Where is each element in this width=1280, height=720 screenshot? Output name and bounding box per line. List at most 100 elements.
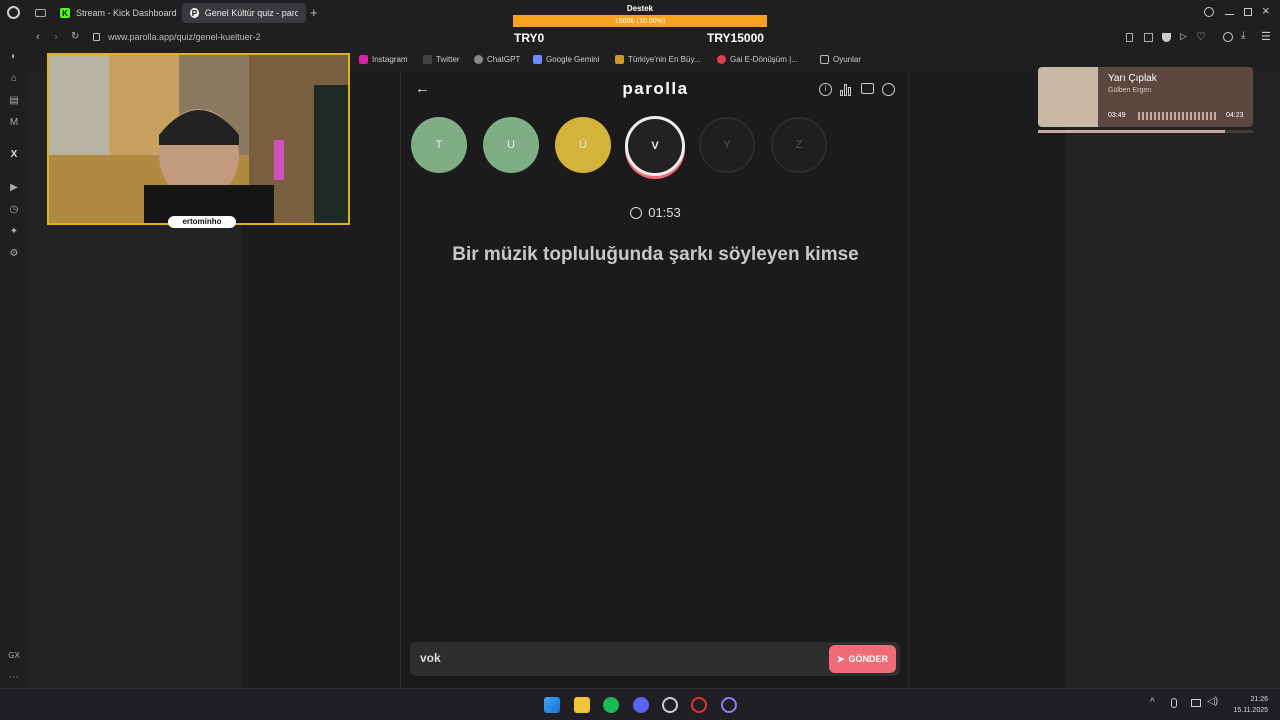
back-icon[interactable]: ‹ xyxy=(36,31,40,43)
gemini-icon xyxy=(533,55,542,64)
app-logo: parolla xyxy=(622,79,689,98)
network-icon[interactable] xyxy=(1191,699,1201,707)
music-widget: Yarı Çıplak Gülben Ergen 03:49 04:23 xyxy=(1038,67,1253,127)
page-right-panel xyxy=(1066,71,1280,688)
timer: 01:53 xyxy=(401,205,910,220)
tab-title: Genel Kültür quiz - paroll... xyxy=(204,8,298,18)
page-gutter-right xyxy=(909,71,1066,688)
new-tab-button[interactable]: + xyxy=(310,5,318,20)
waveform xyxy=(1138,112,1218,120)
donation-current: TRY0 xyxy=(514,31,545,45)
opera-gx-logo[interactable] xyxy=(7,6,20,19)
donation-title: Destek xyxy=(626,4,654,13)
info-icon[interactable]: i xyxy=(819,83,832,96)
tray-chevron-icon[interactable]: ^ xyxy=(1150,697,1155,708)
close-button[interactable]: × xyxy=(1262,3,1270,18)
settings-icon[interactable]: ⚙ xyxy=(7,247,21,261)
send-button[interactable]: ➤ GÖNDER xyxy=(829,645,896,673)
more-icon[interactable]: ⋯ xyxy=(7,671,21,685)
song-title: Yarı Çıplak xyxy=(1108,73,1157,84)
webcam-overlay xyxy=(47,53,350,225)
app-icon[interactable] xyxy=(662,697,678,713)
vpn-shield-icon[interactable] xyxy=(1162,33,1171,42)
send-label: GÖNDER xyxy=(848,654,889,664)
letter-circle-v-current: V xyxy=(625,116,685,176)
clock-date: 15.11.2025 xyxy=(1233,707,1268,714)
history-icon[interactable]: ◷ xyxy=(7,203,21,217)
bookmark-gemini[interactable]: Google Gemini xyxy=(533,55,599,64)
address-bar: ‹ › ↻ www.parolla.app/quiz/genel-kueltue… xyxy=(28,27,1280,49)
play-icon[interactable]: ▷ xyxy=(1180,31,1187,42)
bookmark-gai[interactable]: Gai E-Dönüşüm |... xyxy=(717,55,798,64)
song-total-time: 04:23 xyxy=(1226,112,1244,119)
quiz-app: ← parolla i T U Ü V Y Z 01:53 Bir müzik … xyxy=(400,71,909,688)
bookmark-twitter[interactable]: Twitter xyxy=(423,55,460,64)
answer-input[interactable] xyxy=(420,651,800,665)
sidebar: ◐ ⌂ ▤ M X ▶ ◷ ✦ ⚙ GX ⋯ xyxy=(0,27,28,688)
chatgpt-icon xyxy=(474,55,483,64)
x-twitter-icon[interactable]: X xyxy=(7,148,21,162)
user-icon[interactable] xyxy=(882,83,895,96)
instagram-icon xyxy=(359,55,368,64)
extensions-icon[interactable]: ✦ xyxy=(7,225,21,239)
minimize-button[interactable] xyxy=(1225,14,1234,15)
system-clock[interactable]: 21:26 15.11.2025 xyxy=(1233,694,1268,716)
gx-icon[interactable]: GX xyxy=(7,649,21,663)
answer-form: ➤ GÖNDER xyxy=(410,642,900,676)
volume-icon[interactable]: ◁) xyxy=(1207,696,1218,707)
messenger-icon[interactable]: M xyxy=(7,116,21,130)
timer-value: 01:53 xyxy=(648,205,681,220)
heart-icon[interactable]: ♡ xyxy=(1196,30,1206,43)
ai-app-icon[interactable] xyxy=(721,697,737,713)
letter-circle-u: U xyxy=(483,117,539,173)
comments-icon[interactable] xyxy=(861,83,874,94)
news-icon[interactable]: ▤ xyxy=(7,94,21,108)
spotify-icon[interactable] xyxy=(603,697,619,713)
bookmark-icon[interactable] xyxy=(1126,33,1133,42)
parolla-favicon: P xyxy=(190,8,199,18)
player-icon[interactable]: ▶ xyxy=(7,181,21,195)
bookmark-turkiye[interactable]: Türkiye'nin En Büy... xyxy=(615,55,701,64)
webcam-image xyxy=(49,55,348,223)
kick-icon: K xyxy=(60,8,70,18)
song-artist: Gülben Ergen xyxy=(1108,87,1152,94)
music-progress-fill xyxy=(1038,130,1226,133)
music-progress-bar[interactable] xyxy=(1038,130,1253,133)
folder-icon xyxy=(820,55,829,64)
bookmark-instagram[interactable]: Instagram xyxy=(359,55,408,64)
profile-icon[interactable] xyxy=(1223,32,1233,42)
discord-icon[interactable] xyxy=(633,697,649,713)
speed-dial-icon[interactable]: ◐ xyxy=(7,50,21,64)
reload-icon[interactable]: ↻ xyxy=(71,31,79,42)
stats-icon[interactable] xyxy=(840,83,853,96)
bookmark-chatgpt[interactable]: ChatGPT xyxy=(474,55,520,64)
url-field[interactable]: www.parolla.app/quiz/genel-kueltuer-2 xyxy=(108,32,261,42)
workspace-icon[interactable]: ⌂ xyxy=(7,72,21,86)
tab-kick-dashboard[interactable]: K Stream - Kick Dashboard xyxy=(52,3,185,23)
song-current-time: 03:49 xyxy=(1108,112,1126,119)
bookmark-folder-oyunlar[interactable]: Oyunlar xyxy=(820,55,861,64)
donation-goal-amount: TRY15000 xyxy=(707,31,764,45)
taskbar: ^ ◁) 21:26 15.11.2025 xyxy=(0,688,1280,720)
menu-icon[interactable]: ☰ xyxy=(1261,30,1271,43)
send-icon: ➤ xyxy=(836,653,845,664)
snapshot-icon[interactable] xyxy=(1144,33,1153,42)
forward-icon[interactable]: › xyxy=(54,31,58,43)
download-icon[interactable]: ⤓ xyxy=(1241,30,1245,41)
tab-overview-icon[interactable] xyxy=(35,9,46,17)
tab-title: Stream - Kick Dashboard xyxy=(76,8,177,18)
search-icon[interactable] xyxy=(1204,7,1214,17)
file-explorer-icon[interactable] xyxy=(574,697,590,713)
letter-circle-y: Y xyxy=(699,117,755,173)
letter-circle-z: Z xyxy=(771,117,827,173)
donation-goal: Destek 1500₺ (10.00%) xyxy=(513,3,767,28)
tab-parolla[interactable]: P Genel Kültür quiz - paroll... xyxy=(182,3,306,23)
lock-icon xyxy=(93,33,100,41)
gai-icon xyxy=(717,55,726,64)
restore-button[interactable] xyxy=(1244,8,1252,16)
microphone-icon[interactable] xyxy=(1171,698,1177,708)
letter-circle-u-umlaut: Ü xyxy=(555,117,611,173)
streamer-name: ertominho xyxy=(168,216,236,228)
opera-gx-taskbar-icon[interactable] xyxy=(691,697,707,713)
windows-start-icon[interactable] xyxy=(544,697,560,713)
